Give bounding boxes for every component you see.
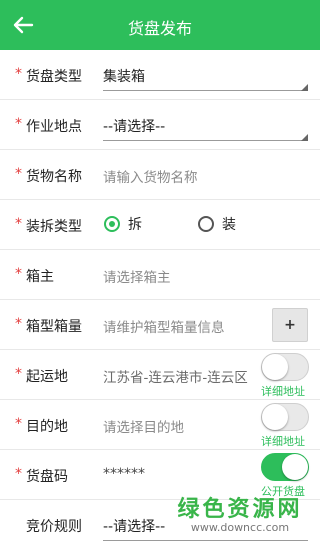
toggle-knob bbox=[262, 404, 288, 430]
container-owner-select[interactable]: 请选择箱主 bbox=[103, 266, 171, 286]
select-underline bbox=[103, 90, 308, 91]
row-destination[interactable]: * 目的地 请选择目的地 详细地址 bbox=[0, 400, 320, 450]
destination-detail-label: 详细地址 bbox=[261, 435, 305, 448]
radio-unselected-icon bbox=[198, 216, 214, 232]
required-mark: * bbox=[15, 216, 22, 232]
required-mark: * bbox=[15, 266, 22, 282]
radio-selected-icon bbox=[104, 216, 120, 232]
container-qty-field[interactable]: 请维护箱型箱量信息 bbox=[103, 316, 225, 336]
radio-unload-label: 拆 bbox=[128, 217, 142, 233]
goods-name-input[interactable]: 请输入货物名称 bbox=[103, 166, 198, 186]
origin-select[interactable]: 江苏省-连云港市-连云区 bbox=[103, 366, 248, 386]
radio-load-label: 装 bbox=[222, 217, 236, 233]
page-title: 货盘发布 bbox=[127, 19, 192, 38]
select-underline bbox=[103, 140, 308, 141]
select-underline bbox=[103, 540, 308, 541]
pallet-type-label: 货盘类型 bbox=[26, 69, 82, 85]
row-work-location[interactable]: * 作业地点 --请选择-- bbox=[0, 100, 320, 150]
work-location-select[interactable]: --请选择-- bbox=[103, 116, 165, 136]
destination-select[interactable]: 请选择目的地 bbox=[103, 416, 184, 436]
destination-label: 目的地 bbox=[26, 419, 68, 435]
row-origin[interactable]: * 起运地 江苏省-连云港市-连云区 详细地址 bbox=[0, 350, 320, 400]
pallet-code-value: ****** bbox=[103, 466, 145, 482]
radio-unload[interactable]: 拆 bbox=[104, 214, 142, 234]
required-mark: * bbox=[15, 316, 22, 332]
app-header: 货盘发布 bbox=[0, 0, 320, 50]
required-mark: * bbox=[15, 366, 22, 382]
row-goods-name[interactable]: * 货物名称 请输入货物名称 bbox=[0, 150, 320, 200]
row-load-type: * 装拆类型 拆 装 bbox=[0, 200, 320, 250]
origin-detail-toggle[interactable] bbox=[261, 353, 309, 381]
watermark-main: 绿色资源网 bbox=[177, 497, 303, 522]
row-container-owner[interactable]: * 箱主 请选择箱主 bbox=[0, 250, 320, 300]
required-mark: * bbox=[15, 116, 22, 132]
radio-load[interactable]: 装 bbox=[198, 214, 236, 234]
required-mark: * bbox=[15, 166, 22, 182]
toggle-knob bbox=[262, 354, 288, 380]
load-type-label: 装拆类型 bbox=[26, 219, 82, 235]
pallet-type-select[interactable]: 集装箱 bbox=[103, 66, 145, 86]
site-watermark: 绿色资源网 www.downcc.com bbox=[168, 491, 312, 534]
destination-detail-toggle[interactable] bbox=[261, 403, 309, 431]
row-pallet-type[interactable]: * 货盘类型 集装箱 bbox=[0, 50, 320, 100]
toggle-knob bbox=[282, 454, 308, 480]
row-container-qty[interactable]: * 箱型箱量 请维护箱型箱量信息 + bbox=[0, 300, 320, 350]
public-pallet-toggle[interactable] bbox=[261, 453, 309, 481]
required-mark: * bbox=[15, 66, 22, 82]
bidding-rule-select[interactable]: --请选择-- bbox=[103, 516, 165, 536]
pallet-form: * 货盘类型 集装箱 * 作业地点 --请选择-- * 货物名称 请输入货物名称… bbox=[0, 50, 320, 549]
origin-label: 起运地 bbox=[26, 369, 68, 385]
dropdown-corner-icon bbox=[301, 84, 308, 91]
pallet-code-label: 货盘码 bbox=[26, 469, 68, 485]
required-mark: * bbox=[15, 416, 22, 432]
work-location-label: 作业地点 bbox=[26, 119, 82, 135]
add-container-button[interactable]: + bbox=[272, 308, 308, 342]
goods-name-label: 货物名称 bbox=[26, 169, 82, 185]
dropdown-corner-icon bbox=[301, 134, 308, 141]
origin-detail-label: 详细地址 bbox=[261, 385, 305, 398]
bidding-rule-label: 竞价规则 bbox=[26, 519, 82, 535]
container-owner-label: 箱主 bbox=[26, 269, 54, 285]
container-qty-label: 箱型箱量 bbox=[26, 319, 82, 335]
required-mark: * bbox=[15, 466, 22, 482]
